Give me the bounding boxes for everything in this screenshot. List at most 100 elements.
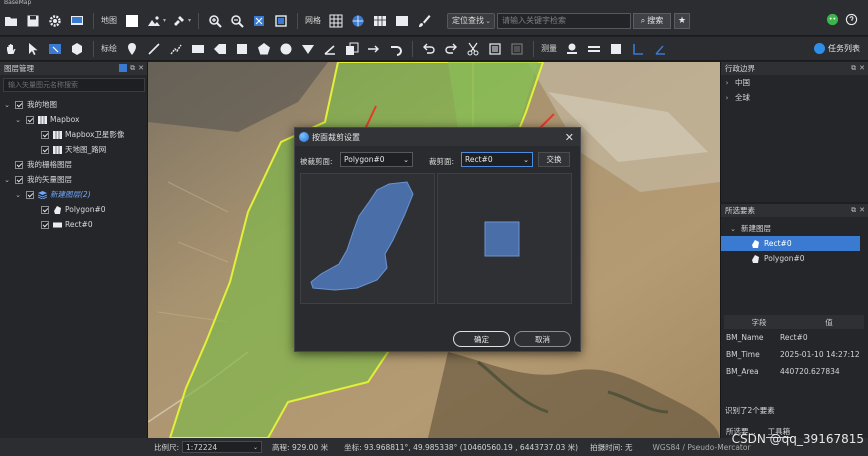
marker-icon[interactable] <box>123 40 141 58</box>
panel-close-icon[interactable]: ✕ <box>859 64 865 73</box>
panel-float-icon[interactable]: ⧉ <box>851 64 856 73</box>
chevron-down-icon[interactable]: ▾ <box>188 17 191 24</box>
grid-icon[interactable] <box>327 12 345 30</box>
select-arrow-icon[interactable] <box>24 40 42 58</box>
tree-row-new-layer[interactable]: ⌄ 新建图层(2) <box>0 187 147 202</box>
arrow-right-icon[interactable] <box>365 40 383 58</box>
feature-layer-row[interactable]: ⌄ 新建图层 <box>721 221 868 236</box>
panel-icon[interactable] <box>393 12 411 30</box>
layer-checkbox[interactable] <box>41 145 49 154</box>
tree-row-polygon[interactable]: Polygon#0 <box>0 202 147 217</box>
clipper-polygon-select[interactable]: Rect#0 ⌄ <box>461 152 533 167</box>
swap-button[interactable]: 交换 <box>538 152 570 167</box>
measure-distance-icon[interactable] <box>585 40 603 58</box>
terrain-icon[interactable] <box>145 12 163 30</box>
panel-float-icon[interactable]: ⧉ <box>851 206 856 215</box>
globe-icon[interactable] <box>349 12 367 30</box>
panel-close-icon[interactable]: ✕ <box>138 64 144 73</box>
redo-icon[interactable] <box>442 40 460 58</box>
tree-row-tianditu-road[interactable]: 天地图_路网 <box>0 142 147 157</box>
square-draw-icon[interactable] <box>233 40 251 58</box>
pan-hand-icon[interactable] <box>2 40 20 58</box>
tree-row-my-map[interactable]: ⌄ 我的地图 <box>0 97 147 112</box>
expand-chevron-icon[interactable]: › <box>723 94 731 102</box>
table-icon[interactable] <box>508 40 526 58</box>
locate-mode-select[interactable]: 定位查找 ⌄ <box>447 12 496 29</box>
boundary-item-global[interactable]: › 全球 <box>721 90 868 105</box>
layer-checkbox[interactable] <box>15 160 23 169</box>
layer-grid-icon[interactable] <box>371 12 389 30</box>
identify-icon[interactable] <box>68 40 86 58</box>
layer-checkbox[interactable] <box>41 205 49 214</box>
table-row[interactable]: BM_Time 2025-01-10 14:27:12 <box>724 346 864 363</box>
favorite-star-button[interactable]: ★ <box>674 12 691 29</box>
blank-map-icon[interactable] <box>123 12 141 30</box>
scale-select[interactable]: 1:72224 ⌄ <box>182 441 263 453</box>
expand-chevron-icon[interactable]: › <box>723 79 731 87</box>
undo-icon[interactable] <box>420 40 438 58</box>
measure-area-icon[interactable] <box>607 40 625 58</box>
layer-checkbox[interactable] <box>26 115 34 124</box>
feature-item-polygon[interactable]: Polygon#0 <box>721 251 868 266</box>
layer-search-input[interactable] <box>3 78 145 92</box>
expand-chevron-icon[interactable]: ⌄ <box>14 116 22 124</box>
boundary-item-china[interactable]: › 中国 <box>721 75 868 90</box>
curved-arrow-icon[interactable] <box>387 40 405 58</box>
expand-chevron-icon[interactable]: ⌄ <box>3 101 11 109</box>
layer-checkbox[interactable] <box>41 220 49 229</box>
layer-checkbox[interactable] <box>41 130 49 139</box>
zoom-out-icon[interactable] <box>228 12 246 30</box>
tree-row-mapbox[interactable]: ⌄ Mapbox <box>0 112 147 127</box>
clipped-polygon-select[interactable]: Polygon#0 ⌄ <box>340 152 413 167</box>
search-button[interactable]: ⌕ 搜索 <box>633 12 672 29</box>
screen-icon[interactable] <box>68 12 86 30</box>
pentagon-draw-icon[interactable] <box>255 40 273 58</box>
freehand-line-icon[interactable] <box>167 40 185 58</box>
cut-scissors-icon[interactable] <box>464 40 482 58</box>
tree-row-mapbox-satellite[interactable]: Mapbox卫星影像 <box>0 127 147 142</box>
satellite-icon[interactable] <box>170 12 188 30</box>
open-folder-icon[interactable] <box>2 12 20 30</box>
wechat-icon[interactable] <box>826 13 839 28</box>
panel-settings-icon[interactable] <box>119 64 128 72</box>
full-extent-icon[interactable] <box>250 12 268 30</box>
keyword-search-input[interactable] <box>497 12 632 29</box>
cancel-button[interactable]: 取消 <box>514 331 571 347</box>
feature-item-rect[interactable]: Rect#0 <box>721 236 860 251</box>
layer-checkbox[interactable] <box>15 100 23 109</box>
copy-icon[interactable] <box>343 40 361 58</box>
tree-row-rect[interactable]: Rect#0 <box>0 217 147 232</box>
ok-button[interactable]: 确定 <box>453 331 510 347</box>
settings-gear-icon[interactable] <box>46 12 64 30</box>
expand-chevron-icon[interactable]: ⌄ <box>14 191 22 199</box>
measure-point-icon[interactable] <box>563 40 581 58</box>
angle-draw-icon[interactable] <box>321 40 339 58</box>
fit-screen-icon[interactable] <box>272 12 290 30</box>
tree-row-my-vector[interactable]: ⌄ 我的矢量图层 <box>0 172 147 187</box>
panel-close-icon[interactable]: ✕ <box>859 206 865 215</box>
rect-select-icon[interactable] <box>46 40 64 58</box>
rectangle-draw-icon[interactable] <box>189 40 207 58</box>
measure-angle-icon[interactable] <box>629 40 647 58</box>
panel-float-icon[interactable]: ⧉ <box>130 64 135 73</box>
measure-azimuth-icon[interactable] <box>651 40 669 58</box>
expand-chevron-icon[interactable]: ⌄ <box>3 176 11 184</box>
expand-chevron-icon[interactable]: ⌄ <box>729 225 737 233</box>
circle-draw-icon[interactable] <box>277 40 295 58</box>
task-list-button[interactable]: 任务列表 <box>814 43 860 54</box>
table-row[interactable]: BM_Area 440720.627834 <box>724 363 864 380</box>
tag-icon[interactable] <box>211 40 229 58</box>
brush-icon[interactable] <box>415 12 433 30</box>
layer-checkbox[interactable] <box>15 175 23 184</box>
zoom-in-icon[interactable] <box>206 12 224 30</box>
polyline-icon[interactable] <box>145 40 163 58</box>
help-icon[interactable] <box>845 13 858 28</box>
chevron-down-icon[interactable]: ▾ <box>163 17 166 24</box>
close-icon[interactable]: ✕ <box>565 131 574 144</box>
layer-checkbox[interactable] <box>26 190 34 199</box>
tree-row-my-raster[interactable]: 我的栅格图层 <box>0 157 147 172</box>
sector-draw-icon[interactable] <box>299 40 317 58</box>
clip-box-icon[interactable] <box>486 40 504 58</box>
save-icon[interactable] <box>24 12 42 30</box>
table-row[interactable]: BM_Name Rect#0 <box>724 329 864 346</box>
